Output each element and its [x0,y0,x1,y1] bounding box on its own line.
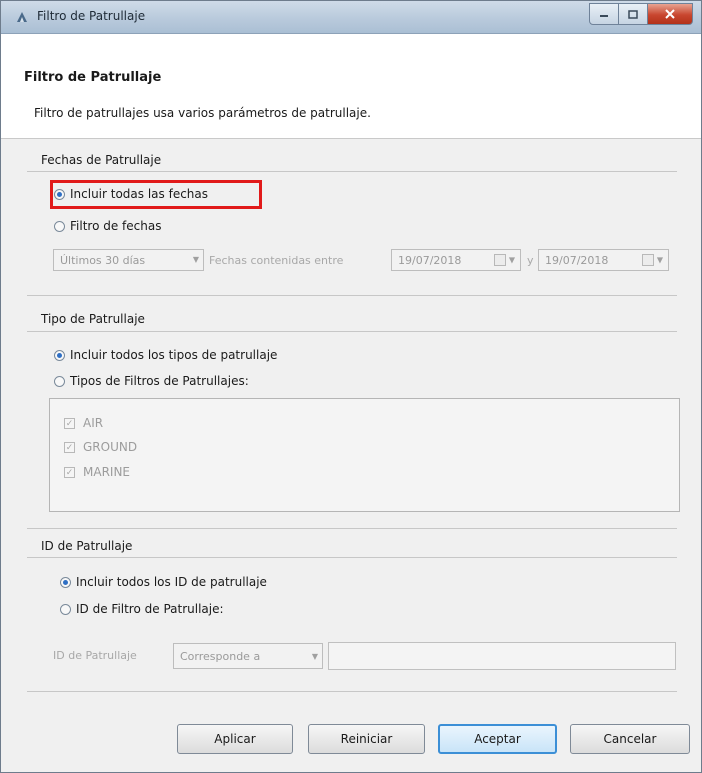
id-all-radio[interactable] [60,576,71,588]
dates-filter-label: Filtro de fechas [70,219,162,233]
maximize-button[interactable] [619,3,648,25]
id-match-value: Corresponde a [180,650,261,663]
type-divider [27,331,677,332]
checkbox-checked-icon[interactable]: ✓ [64,441,75,453]
patrol-type-list[interactable]: ✓ AIR ✓ GROUND ✓ MARINE [49,398,680,512]
chevron-down-icon: ▼ [311,652,318,661]
accept-button[interactable]: Aceptar [438,724,557,754]
list-item[interactable]: ✓ AIR [64,416,103,430]
date-range-value: Últimos 30 días [60,254,146,267]
type-bottom-divider [27,528,677,529]
minimize-icon [600,15,608,17]
checkbox-checked-icon[interactable]: ✓ [64,466,75,478]
type-item-label: MARINE [83,465,130,479]
type-item-label: GROUND [83,440,138,454]
id-section-title: ID de Patrullaje [41,539,133,553]
title-bar[interactable]: Filtro de Patrullaje [1,1,701,34]
id-text-input[interactable] [328,642,676,670]
highlight-box [50,180,262,209]
calendar-icon[interactable]: ▼ [494,254,515,266]
cancel-button[interactable]: Cancelar [570,724,690,754]
dates-divider [27,171,677,172]
minimize-button[interactable] [589,3,619,25]
type-filter-radio[interactable] [54,375,65,387]
date-from-value: 19/07/2018 [398,254,462,267]
dialog-window: Filtro de Patrullaje Filtro de Patrullaj… [0,0,702,773]
dates-filter-radio[interactable] [54,220,65,232]
id-filter-label: ID de Filtro de Patrullaje: [76,602,224,616]
date-range-select[interactable]: Últimos 30 días ▼ [53,249,204,271]
close-icon [665,9,675,19]
maximize-icon [628,9,638,19]
calendar-icon[interactable]: ▼ [642,254,663,266]
apply-button[interactable]: Aplicar [177,724,293,754]
id-filter-option[interactable]: ID de Filtro de Patrullaje: [60,602,224,616]
app-icon [17,12,27,22]
type-item-label: AIR [83,416,104,430]
type-section-title: Tipo de Patrullaje [41,312,145,326]
id-match-select[interactable]: Corresponde a ▼ [173,643,323,669]
list-item[interactable]: ✓ GROUND [64,440,137,454]
id-bottom-divider [27,691,677,692]
date-between-label: Fechas contenidas entre [209,254,344,267]
type-all-option[interactable]: Incluir todos los tipos de patrullaje [54,348,277,362]
id-filter-radio[interactable] [60,603,71,615]
date-to-value: 19/07/2018 [545,254,609,267]
type-all-label: Incluir todos los tipos de patrullaje [70,348,278,362]
dates-bottom-divider [27,295,677,296]
chevron-down-icon: ▼ [192,255,199,264]
dialog-description: Filtro de patrullajes usa varios parámet… [34,106,371,120]
date-and-label: y [527,254,534,267]
type-filter-label: Tipos de Filtros de Patrullajes: [70,374,249,388]
id-field-label: ID de Patrullaje [53,649,137,662]
date-from-field[interactable]: 19/07/2018 ▼ [391,249,521,271]
dates-section-title: Fechas de Patrullaje [41,153,162,167]
close-button[interactable] [648,3,693,25]
dates-filter-option[interactable]: Filtro de fechas [54,219,161,233]
reset-button[interactable]: Reiniciar [308,724,425,754]
dialog-title: Filtro de Patrullaje [24,70,162,85]
window-controls [589,3,693,25]
id-divider [27,557,677,558]
date-to-field[interactable]: 19/07/2018 ▼ [538,249,669,271]
id-all-option[interactable]: Incluir todos los ID de patrullaje [60,575,267,589]
type-all-radio[interactable] [54,349,65,361]
list-item[interactable]: ✓ MARINE [64,465,130,479]
type-filter-option[interactable]: Tipos de Filtros de Patrullajes: [54,374,249,388]
window-title: Filtro de Patrullaje [37,9,146,23]
checkbox-checked-icon[interactable]: ✓ [64,417,75,429]
dialog-header: Filtro de Patrullaje Filtro de patrullaj… [1,34,701,139]
id-all-label: Incluir todos los ID de patrullaje [76,575,267,589]
